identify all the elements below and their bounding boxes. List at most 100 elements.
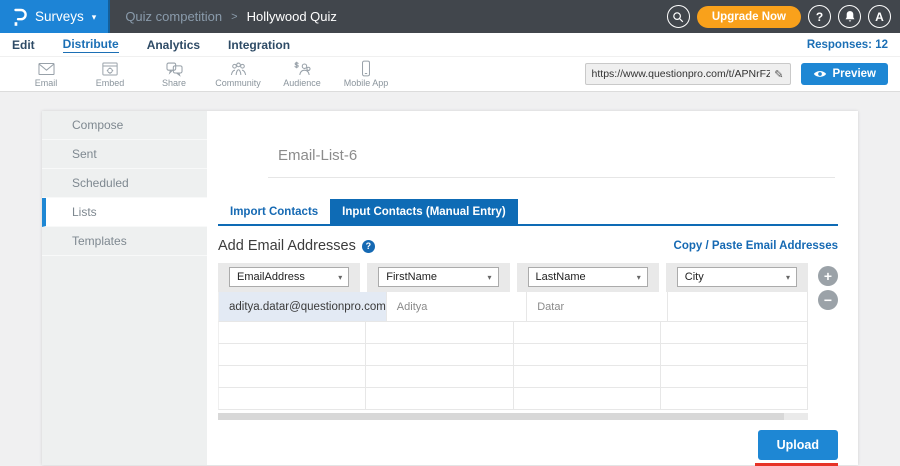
column-select-emailaddress[interactable]: EmailAddress ▾: [229, 267, 349, 287]
cell-email[interactable]: [219, 344, 366, 365]
breadcrumb-parent[interactable]: Quiz competition: [125, 9, 222, 24]
survey-url-value: https://www.questionpro.com/t/APNrFZ: [592, 68, 771, 80]
chat-bubbles-icon: [165, 61, 184, 77]
toolbar-item-share[interactable]: Share: [142, 61, 206, 88]
cell-email[interactable]: aditya.datar@questionpro.com: [219, 292, 387, 321]
cell-lastname[interactable]: [514, 344, 661, 365]
sidebar-item-lists[interactable]: Lists: [42, 198, 207, 227]
table-row: aditya.datar@questionpro.com Aditya Data…: [218, 292, 808, 322]
column-header-1: EmailAddress ▾: [218, 263, 360, 292]
toolbar-item-embed[interactable]: Embed: [78, 61, 142, 88]
cell-email[interactable]: [219, 322, 366, 343]
toolbar-item-community[interactable]: Community: [206, 61, 270, 88]
cell-firstname[interactable]: [366, 366, 513, 387]
toolbar-item-audience[interactable]: $ Audience: [270, 61, 334, 88]
sidebar-item-templates[interactable]: Templates: [42, 227, 207, 256]
sidebar-item-compose[interactable]: Compose: [42, 111, 207, 140]
cell-city[interactable]: [661, 366, 808, 387]
search-icon: [672, 11, 684, 23]
tab-import-contacts[interactable]: Import Contacts: [218, 199, 330, 224]
toolbar-item-email[interactable]: Email: [14, 61, 78, 88]
breadcrumb: Quiz competition > Hollywood Quiz: [110, 0, 337, 33]
search-button[interactable]: [667, 5, 690, 28]
email-distribution-card: Compose Sent Scheduled Lists Templates E…: [42, 111, 858, 465]
row-controls: + −: [818, 266, 838, 310]
nav-item-edit[interactable]: Edit: [12, 38, 35, 52]
workspace: Compose Sent Scheduled Lists Templates E…: [0, 92, 900, 465]
sidebar-item-sent[interactable]: Sent: [42, 140, 207, 169]
nav-item-integration[interactable]: Integration: [228, 38, 290, 52]
email-list-title: Email-List-6: [278, 147, 838, 164]
contacts-tabs: Import Contacts Input Contacts (Manual E…: [218, 199, 838, 226]
column-select-lastname[interactable]: LastName ▾: [528, 267, 648, 287]
add-emails-header: Add Email Addresses ? Copy / Paste Email…: [218, 238, 838, 254]
cell-city[interactable]: [661, 388, 808, 409]
svg-text:$: $: [294, 61, 298, 69]
cell-lastname[interactable]: [514, 388, 661, 409]
select-caret-icon: ▾: [786, 273, 790, 282]
bell-icon: [844, 10, 856, 23]
horizontal-scrollbar[interactable]: [218, 413, 808, 420]
contacts-table-header: EmailAddress ▾ FirstName ▾ LastName: [218, 263, 808, 292]
avatar[interactable]: A: [868, 5, 891, 28]
cell-email[interactable]: [219, 366, 366, 387]
nav-item-distribute[interactable]: Distribute: [63, 37, 119, 53]
cell-firstname[interactable]: [366, 322, 513, 343]
select-caret-icon: ▾: [637, 273, 641, 282]
upload-button[interactable]: Upload: [758, 430, 838, 460]
dollar-person-icon: $: [293, 61, 312, 77]
cell-city[interactable]: [668, 292, 808, 321]
people-group-icon: [229, 61, 248, 77]
toolbar-item-mobile-app[interactable]: Mobile App: [334, 60, 398, 88]
upgrade-now-button[interactable]: Upgrade Now: [697, 6, 801, 28]
toolbar-right: https://www.questionpro.com/t/APNrFZ ✎ P…: [585, 63, 900, 85]
sidebar-item-scheduled[interactable]: Scheduled: [42, 169, 207, 198]
notifications-button[interactable]: [838, 5, 861, 28]
column-header-3: LastName ▾: [517, 263, 659, 292]
table-row: [218, 388, 808, 410]
column-select-city[interactable]: City ▾: [677, 267, 797, 287]
breadcrumb-current: Hollywood Quiz: [247, 9, 337, 24]
product-name: Surveys: [35, 9, 84, 24]
help-icon[interactable]: ?: [362, 240, 375, 253]
product-switcher[interactable]: Surveys ▾: [0, 0, 110, 33]
nav-item-analytics[interactable]: Analytics: [147, 38, 200, 52]
cell-lastname[interactable]: [514, 366, 661, 387]
topbar-actions: Upgrade Now ? A: [667, 0, 900, 33]
cell-city[interactable]: [661, 344, 808, 365]
cell-email[interactable]: [219, 388, 366, 409]
preview-button[interactable]: Preview: [801, 63, 888, 85]
survey-url-field[interactable]: https://www.questionpro.com/t/APNrFZ ✎: [585, 63, 791, 85]
help-button[interactable]: ?: [808, 5, 831, 28]
cell-firstname[interactable]: Aditya: [387, 292, 527, 321]
cell-lastname[interactable]: Datar: [527, 292, 667, 321]
responses-count[interactable]: Responses: 12: [807, 39, 888, 51]
table-row: [218, 322, 808, 344]
tab-input-contacts-manual[interactable]: Input Contacts (Manual Entry): [330, 199, 518, 224]
column-select-firstname[interactable]: FirstName ▾: [378, 267, 498, 287]
chevron-down-icon: ▾: [92, 12, 97, 23]
column-header-4: City ▾: [666, 263, 808, 292]
scrollbar-thumb[interactable]: [218, 413, 784, 420]
table-row: [218, 344, 808, 366]
top-bar: Surveys ▾ Quiz competition > Hollywood Q…: [0, 0, 900, 33]
add-email-addresses-title: Add Email Addresses: [218, 238, 356, 254]
survey-nav: Edit Distribute Analytics Integration Re…: [0, 33, 900, 57]
cell-firstname[interactable]: [366, 344, 513, 365]
cell-firstname[interactable]: [366, 388, 513, 409]
eye-icon: [813, 69, 827, 79]
add-row-button[interactable]: +: [818, 266, 838, 286]
edit-url-icon[interactable]: ✎: [774, 68, 783, 81]
embed-window-icon: [101, 61, 119, 77]
table-row: [218, 366, 808, 388]
cell-city[interactable]: [661, 322, 808, 343]
distribute-toolbar: Email Embed Share Community $: [0, 57, 900, 92]
list-content: Email-List-6 Import Contacts Input Conta…: [207, 111, 858, 465]
mobile-phone-icon: [360, 60, 372, 77]
copy-paste-emails-link[interactable]: Copy / Paste Email Addresses: [674, 240, 838, 252]
remove-row-button[interactable]: −: [818, 290, 838, 310]
envelope-icon: [37, 61, 56, 77]
questionpro-logo-icon: [11, 6, 27, 28]
email-sidebar: Compose Sent Scheduled Lists Templates: [42, 111, 207, 465]
cell-lastname[interactable]: [514, 322, 661, 343]
